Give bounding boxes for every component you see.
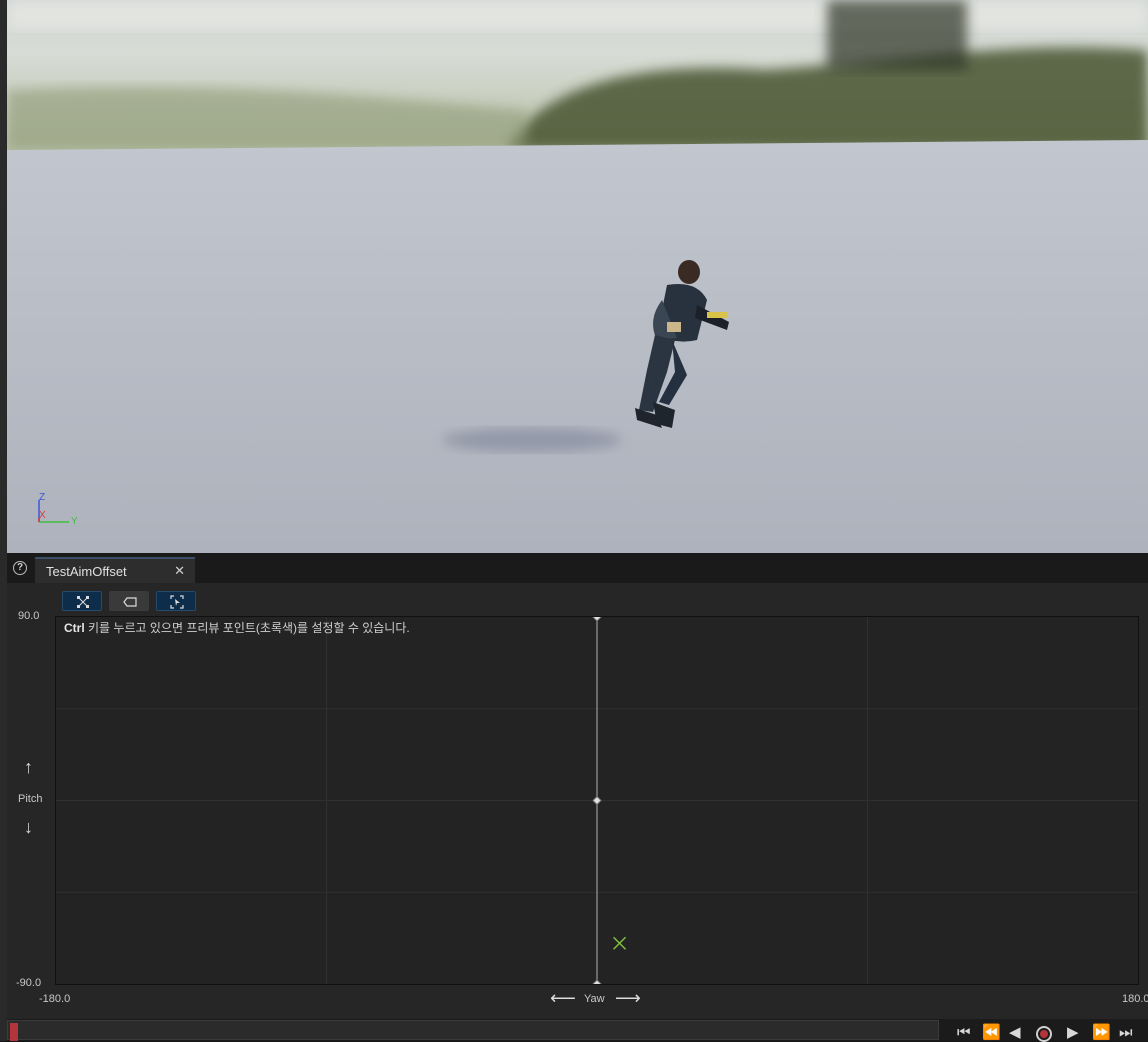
hint-text: 키를 누르고 있으면 프리뷰 포인트(초록색)를 설정할 수 있습니다.: [84, 621, 410, 635]
close-icon[interactable]: ✕: [174, 563, 185, 579]
pitch-axis-label: Pitch: [18, 793, 43, 805]
record-icon: [1040, 1030, 1048, 1038]
skip-to-start-icon[interactable]: ⏮: [957, 1024, 971, 1042]
preview-point: [613, 936, 627, 950]
pitch-max-label: 90.0: [18, 610, 40, 622]
window-edge: [0, 0, 7, 1041]
sample-points: [592, 617, 602, 984]
arrow-right-icon: ⟶: [615, 988, 641, 1008]
help-icon[interactable]: ?: [13, 561, 27, 575]
fit-view-button[interactable]: [156, 591, 196, 611]
step-back-icon[interactable]: ⏪: [982, 1024, 1001, 1042]
yaw-axis-label: Yaw: [584, 993, 605, 1005]
sample-point[interactable]: [592, 795, 602, 806]
timeline-bar: ⏮ ⏪ ◀ ▶ ⏩ ⏭: [7, 1019, 1148, 1042]
yaw-max-label: 180.0: [1122, 993, 1148, 1005]
sample-point[interactable]: [592, 617, 602, 622]
play-icon[interactable]: ▶: [1067, 1024, 1079, 1042]
gizmo-z-label: Z: [39, 492, 46, 503]
select-frame-icon: [170, 595, 184, 609]
label-toggle-button[interactable]: [109, 591, 149, 611]
play-reverse-icon[interactable]: ◀: [1009, 1024, 1021, 1042]
skip-to-end-icon[interactable]: ⏭: [1119, 1024, 1133, 1042]
preview-viewport[interactable]: Z X Y: [7, 0, 1148, 553]
viewport-scene: [7, 0, 1148, 553]
tab-label: TestAimOffset: [46, 564, 127, 579]
record-button[interactable]: [1036, 1026, 1052, 1042]
blend-space-editor: 90.0 -90.0 ↑ Pitch ↓ Ctrl 키를 누르고 있으면 프리뷰…: [7, 583, 1148, 1019]
hint-key: Ctrl: [64, 621, 85, 635]
arrow-down-icon: ↓: [24, 817, 33, 837]
grid-points-icon: [77, 596, 89, 608]
gizmo-y-label: Y: [71, 516, 78, 527]
arrow-up-icon: ↑: [24, 757, 33, 777]
axis-gizmo: Z X Y: [33, 490, 83, 530]
step-forward-icon[interactable]: ⏩: [1092, 1024, 1111, 1042]
grid-canvas: [56, 617, 1138, 984]
tag-icon: [123, 597, 137, 607]
gizmo-x-label: X: [39, 510, 46, 521]
tab-testaimoffset[interactable]: TestAimOffset ✕: [35, 557, 195, 583]
tab-bar: ? TestAimOffset ✕: [7, 553, 1148, 583]
yaw-min-label: -180.0: [39, 993, 71, 1005]
playhead[interactable]: [10, 1023, 18, 1041]
ctrl-hint: Ctrl 키를 누르고 있으면 프리뷰 포인트(초록색)를 설정할 수 있습니다…: [64, 619, 410, 636]
edit-mode-button[interactable]: [62, 591, 102, 611]
timeline-scrubber[interactable]: [7, 1020, 939, 1041]
arrow-left-icon: ⟵: [550, 988, 576, 1008]
pitch-min-label: -90.0: [16, 977, 42, 989]
blend-space-grid[interactable]: Ctrl 키를 누르고 있으면 프리뷰 포인트(초록색)를 설정할 수 있습니다…: [55, 616, 1139, 985]
sample-point[interactable]: [592, 979, 602, 984]
